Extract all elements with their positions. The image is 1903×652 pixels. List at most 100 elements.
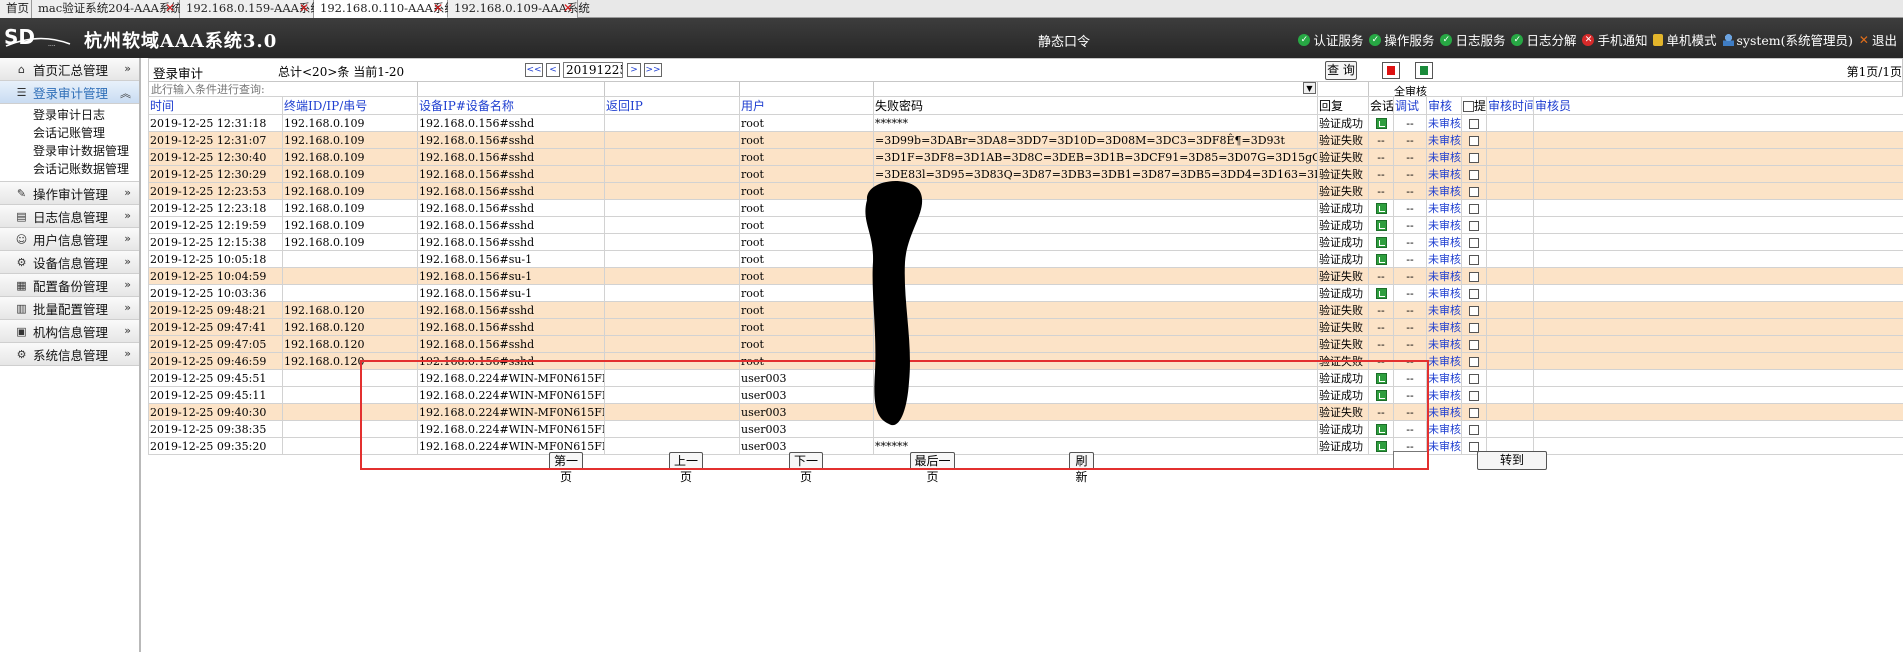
col-audit[interactable]: 审核 <box>1426 96 1462 115</box>
session-chart-icon[interactable] <box>1375 118 1387 129</box>
cell-audit-link[interactable]: 未审核 <box>1426 267 1462 285</box>
exit-button[interactable]: ✕ 退出 <box>1859 30 1897 49</box>
table-row[interactable]: 2019-12-25 12:31:18 192.168.0.109 192.168.… <box>148 114 1903 132</box>
cell-audit-link[interactable]: 未审核 <box>1426 216 1462 234</box>
table-row[interactable]: 2019-12-25 12:31:07 192.168.0.109 192.168.… <box>148 131 1903 149</box>
row-checkbox[interactable] <box>1469 339 1479 350</box>
col-auditor[interactable]: 审核员 <box>1533 96 1903 115</box>
row-checkbox[interactable] <box>1469 407 1479 418</box>
row-checkbox[interactable] <box>1469 356 1479 367</box>
submenu-session-accounting-data[interactable]: 会话记账数据管理 <box>33 160 139 178</box>
browser-tab[interactable]: 192.168.0.159-AAA系统 ✕ <box>180 0 322 18</box>
table-row[interactable]: 2019-12-25 12:30:40 192.168.0.109 192.168.… <box>148 148 1903 166</box>
row-checkbox[interactable] <box>1469 254 1479 265</box>
cell-audit-link[interactable]: 未审核 <box>1426 386 1462 404</box>
sidebar-item-user-info[interactable]: ☺ 用户信息管理 » <box>0 228 139 251</box>
close-icon[interactable]: ✕ <box>433 0 443 17</box>
cell-audit-link[interactable]: 未审核 <box>1426 420 1462 438</box>
table-row[interactable]: 2019-12-25 09:47:05 192.168.0.120 192.168.… <box>148 335 1903 353</box>
session-chart-icon[interactable] <box>1375 424 1387 435</box>
table-row[interactable]: 2019-12-25 10:03:36 192.168.0.156#su-1 roo… <box>148 284 1903 302</box>
query-button[interactable]: 查 询 <box>1325 61 1357 80</box>
date-input[interactable] <box>563 62 623 78</box>
table-row[interactable]: 2019-12-25 09:38:35 192.168.0.224#WIN-MF0… <box>148 420 1903 438</box>
cell-audit-link[interactable]: 未审核 <box>1426 403 1462 421</box>
cell-session[interactable] <box>1368 284 1394 302</box>
browser-tab-active[interactable]: 192.168.0.110-AAA系统 ✕ <box>314 0 456 18</box>
row-checkbox[interactable] <box>1469 288 1479 299</box>
sidebar-item-org-info[interactable]: ▣ 机构信息管理 » <box>0 320 139 343</box>
status-sms-notify[interactable]: ✕ 手机通知 <box>1582 30 1647 49</box>
next-date-button[interactable]: > <box>627 63 641 77</box>
session-chart-icon[interactable] <box>1375 390 1387 401</box>
filter-device[interactable] <box>418 82 605 96</box>
status-log-service[interactable]: ✓ 日志服务 <box>1440 30 1505 49</box>
row-checkbox[interactable] <box>1469 305 1479 316</box>
col-user[interactable]: 用户 <box>739 96 874 115</box>
row-checkbox[interactable] <box>1469 373 1479 384</box>
col-time[interactable]: 时间 <box>148 96 283 115</box>
export-excel-icon[interactable] <box>1415 62 1433 79</box>
row-checkbox[interactable] <box>1469 271 1479 282</box>
filter-time-input[interactable] <box>149 82 284 96</box>
cell-audit-link[interactable]: 未审核 <box>1426 318 1462 336</box>
sidebar-item-op-audit[interactable]: ✎ 操作审计管理 » <box>0 182 139 205</box>
cell-audit-link[interactable]: 未审核 <box>1426 182 1462 200</box>
browser-tab[interactable]: 首页 <box>0 0 32 18</box>
table-row[interactable]: 2019-12-25 12:30:29 192.168.0.109 192.168.… <box>148 165 1903 183</box>
cell-audit-link[interactable]: 未审核 <box>1426 335 1462 353</box>
cell-session[interactable] <box>1368 233 1394 251</box>
status-log-analysis[interactable]: ✓ 日志分解 <box>1511 30 1576 49</box>
cell-audit-link[interactable]: 未审核 <box>1426 352 1462 370</box>
col-device[interactable]: 设备IP#设备名称 <box>417 96 605 115</box>
table-row[interactable]: 2019-12-25 12:19:59 192.168.0.109 192.168.… <box>148 216 1903 234</box>
cell-session[interactable] <box>1368 216 1394 234</box>
table-row[interactable]: 2019-12-25 10:04:59 192.168.0.156#su-1 roo… <box>148 267 1903 285</box>
sidebar-item-batch-config[interactable]: ▥ 批量配置管理 » <box>0 297 139 320</box>
sidebar-item-sys-info[interactable]: ⚙ 系统信息管理 » <box>0 343 139 366</box>
cell-session[interactable] <box>1368 437 1394 455</box>
row-checkbox[interactable] <box>1469 118 1479 129</box>
session-chart-icon[interactable] <box>1375 288 1387 299</box>
cell-audit-link[interactable]: 未审核 <box>1426 301 1462 319</box>
cell-audit-link[interactable]: 未审核 <box>1426 199 1462 217</box>
table-row[interactable]: 2019-12-25 09:40:30 192.168.0.224#WIN-MF0… <box>148 403 1903 421</box>
row-checkbox[interactable] <box>1469 441 1479 452</box>
cell-session[interactable] <box>1368 114 1394 132</box>
row-checkbox[interactable] <box>1469 203 1479 214</box>
col-debug[interactable]: 调试 <box>1393 96 1427 115</box>
cell-audit-link[interactable]: 未审核 <box>1426 250 1462 268</box>
table-row[interactable]: 2019-12-25 09:46:59 192.168.0.120 192.168.… <box>148 352 1903 370</box>
session-chart-icon[interactable] <box>1375 254 1387 265</box>
cell-audit-link[interactable]: 未审核 <box>1426 369 1462 387</box>
next-page-button[interactable]: 下一页 <box>789 452 823 484</box>
close-icon[interactable]: ✕ <box>563 0 573 17</box>
goto-page-input[interactable] <box>1393 451 1429 469</box>
filter-return-ip[interactable] <box>605 82 740 96</box>
row-checkbox[interactable] <box>1469 322 1479 333</box>
refresh-button[interactable]: 刷新 <box>1069 452 1094 484</box>
sidebar-item-device-info[interactable]: ⚙ 设备信息管理 » <box>0 251 139 274</box>
status-auth-service[interactable]: ✓ 认证服务 <box>1298 30 1363 49</box>
sidebar-item-config-backup[interactable]: ▦ 配置备份管理 » <box>0 274 139 297</box>
last-date-button[interactable]: >> <box>644 63 662 77</box>
cell-session[interactable] <box>1368 199 1394 217</box>
cell-audit-link[interactable]: 未审核 <box>1426 165 1462 183</box>
session-chart-icon[interactable] <box>1375 203 1387 214</box>
cell-audit-link[interactable]: 未审核 <box>1426 233 1462 251</box>
row-checkbox[interactable] <box>1469 152 1479 163</box>
table-row[interactable]: 2019-12-25 09:45:51 192.168.0.224#WIN-MF0… <box>148 369 1903 387</box>
status-standalone[interactable]: 单机模式 <box>1653 30 1717 49</box>
session-chart-icon[interactable] <box>1375 441 1387 452</box>
prev-page-button[interactable]: 上一页 <box>669 452 703 484</box>
cell-audit-link[interactable]: 未审核 <box>1426 284 1462 302</box>
select-all-checkbox[interactable] <box>1463 101 1474 112</box>
row-checkbox[interactable] <box>1469 186 1479 197</box>
cell-audit-link[interactable]: 未审核 <box>1426 148 1462 166</box>
table-row[interactable]: 2019-12-25 09:47:41 192.168.0.120 192.168.… <box>148 318 1903 336</box>
first-date-button[interactable]: << <box>525 63 543 77</box>
row-checkbox[interactable] <box>1469 390 1479 401</box>
session-chart-icon[interactable] <box>1375 237 1387 248</box>
row-checkbox[interactable] <box>1469 220 1479 231</box>
close-icon[interactable]: ✕ <box>165 0 175 17</box>
